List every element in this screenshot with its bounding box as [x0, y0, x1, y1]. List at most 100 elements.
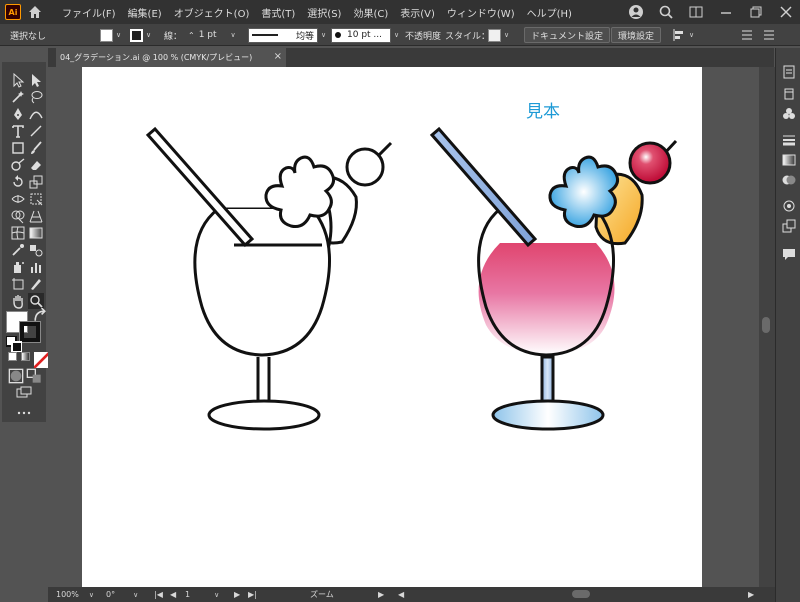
previous-artboard-button[interactable]: ◀ — [170, 588, 176, 601]
selection-tool-icon[interactable] — [10, 72, 26, 88]
mesh-tool-icon[interactable] — [10, 225, 26, 241]
width-tool-icon[interactable] — [10, 191, 26, 207]
shape-builder-tool-icon[interactable] — [10, 208, 26, 224]
menu-effect[interactable]: 効果(C) — [353, 5, 388, 20]
tab-close-button[interactable]: × — [274, 51, 282, 62]
type-tool-icon[interactable] — [10, 123, 26, 139]
edit-toolbar-icon[interactable] — [16, 405, 32, 415]
paintbrush-tool-icon[interactable] — [28, 140, 44, 156]
zoom-level-dropdown[interactable]: 100% ∨ — [56, 588, 94, 601]
next-artboard-button[interactable]: ▶ — [234, 588, 240, 601]
curvature-tool-icon[interactable] — [28, 106, 44, 122]
screen-mode-icon[interactable] — [16, 384, 32, 398]
rotate-view-dropdown[interactable]: 0° ∨ — [106, 588, 138, 601]
stroke-swatch[interactable]: ∨ — [130, 27, 151, 43]
selection-status: 選択なし — [10, 31, 47, 42]
horizontal-scroll-thumb[interactable] — [572, 590, 590, 598]
stroke-panel-icon[interactable] — [781, 132, 797, 148]
control-bar: 選択なし ∨ ∨ 線： ⌃ 1 pt ∨ 均等 ∨ 10 pt ... ∨ 不透明… — [0, 24, 800, 46]
menu-help[interactable]: ヘルプ(H) — [527, 5, 572, 20]
swap-colors-icon[interactable] — [32, 307, 46, 321]
fill-swatch[interactable]: ∨ — [100, 27, 121, 43]
tab-bar: 04_グラデーション.ai @ 100 % (CMYK/プレビュー) × — [48, 48, 774, 67]
scroll-right-button[interactable]: ▶ — [748, 588, 754, 601]
transparency-icon[interactable] — [781, 172, 797, 188]
brush-dropdown[interactable]: 10 pt ... ∨ — [331, 27, 399, 43]
perspective-grid-tool-icon[interactable] — [28, 208, 44, 224]
align-icon[interactable]: ∨ — [672, 27, 694, 43]
arrange-documents-icon[interactable] — [688, 4, 704, 20]
artboard-number-field[interactable]: 1 ∨ — [185, 588, 219, 601]
outline-drink — [145, 126, 393, 431]
menu-view[interactable]: 表示(V) — [400, 5, 435, 20]
menu-file[interactable]: ファイル(F) — [62, 5, 116, 20]
blend-tool-icon[interactable] — [28, 242, 44, 258]
magic-wand-tool-icon[interactable] — [10, 89, 26, 105]
current-tool-label: ズーム — [310, 590, 334, 599]
menu-icon[interactable] — [762, 27, 776, 43]
user-icon[interactable] — [628, 4, 644, 20]
status-menu-arrow[interactable]: ▶ — [378, 588, 384, 601]
tools-panel — [2, 62, 51, 422]
free-transform-tool-icon[interactable] — [28, 191, 44, 207]
appearance-icon[interactable] — [781, 198, 797, 214]
zoom-tool-icon[interactable] — [28, 293, 44, 309]
close-icon[interactable] — [778, 4, 794, 20]
vertical-scroll-thumb[interactable] — [762, 317, 770, 333]
layers-icon[interactable] — [781, 218, 797, 234]
artboard[interactable]: 見本 — [82, 67, 702, 587]
hand-tool-icon[interactable] — [10, 293, 26, 309]
artboard-tool-icon[interactable] — [10, 276, 26, 292]
rotate-tool-icon[interactable] — [10, 174, 26, 190]
rectangle-tool-icon[interactable] — [10, 140, 26, 156]
stroke-weight-field[interactable]: ⌃ 1 pt ∨ — [188, 27, 236, 43]
menu-window[interactable]: ウィンドウ(W) — [447, 5, 515, 20]
default-colors-icon[interactable] — [5, 335, 23, 353]
draw-mode-icon[interactable] — [26, 368, 41, 383]
menu-type[interactable]: 書式(T) — [261, 5, 295, 20]
last-artboard-button[interactable]: ▶| — [248, 588, 257, 601]
first-artboard-button[interactable]: |◀ — [154, 588, 163, 601]
pen-tool-icon[interactable] — [10, 106, 26, 122]
menu-edit[interactable]: 編集(E) — [128, 5, 162, 20]
lasso-tool-icon[interactable] — [28, 89, 44, 105]
graphic-style-swatch[interactable]: ∨ — [488, 27, 509, 43]
scale-tool-icon[interactable] — [28, 174, 44, 190]
scroll-left-button[interactable]: ◀ — [398, 588, 404, 601]
color-mode-button[interactable] — [8, 352, 17, 361]
libraries-icon[interactable] — [781, 86, 797, 102]
gradient-mode-button[interactable] — [21, 352, 30, 361]
style-label: スタイル： — [445, 31, 491, 42]
preferences-button[interactable]: 環境設定 — [611, 27, 662, 43]
eraser-tool-icon[interactable] — [28, 157, 44, 173]
none-mode-button[interactable] — [33, 351, 51, 369]
home-icon[interactable] — [27, 4, 43, 20]
document-setup-button[interactable]: ドキュメント設定 — [524, 27, 611, 43]
vertical-scrollbar[interactable] — [759, 67, 775, 587]
gradient-panel-icon[interactable] — [781, 152, 797, 168]
shaper-tool-icon[interactable] — [10, 157, 26, 173]
properties-icon[interactable] — [781, 64, 797, 80]
symbol-sprayer-tool-icon[interactable] — [10, 259, 26, 275]
panel-menu-icon[interactable] — [740, 27, 754, 43]
menu-object[interactable]: オブジェクト(O) — [174, 5, 250, 20]
eyedropper-tool-icon[interactable] — [10, 242, 26, 258]
comments-icon[interactable] — [781, 246, 797, 262]
opacity-label[interactable]: 不透明度 — [405, 27, 441, 43]
direct-selection-tool-icon[interactable] — [28, 72, 44, 88]
slice-tool-icon[interactable] — [28, 276, 44, 292]
line-tool-icon[interactable] — [28, 123, 44, 139]
column-graph-tool-icon[interactable] — [28, 259, 44, 275]
gradient-tool-icon[interactable] — [28, 225, 44, 241]
stepper-icon[interactable]: ⌃ — [188, 31, 195, 40]
search-icon[interactable] — [658, 4, 674, 20]
document-tab[interactable]: 04_グラデーション.ai @ 100 % (CMYK/プレビュー) × — [56, 48, 286, 67]
stroke-profile-dropdown[interactable]: 均等 ∨ — [248, 27, 326, 43]
minimize-icon[interactable] — [718, 4, 734, 20]
stroke-label: 線： — [164, 31, 183, 42]
stroke-color-box[interactable] — [19, 321, 41, 343]
menu-select[interactable]: 選択(S) — [307, 5, 341, 20]
draw-normal-icon[interactable] — [8, 368, 24, 384]
symbols-icon[interactable] — [781, 106, 797, 122]
restore-icon[interactable] — [748, 4, 764, 20]
